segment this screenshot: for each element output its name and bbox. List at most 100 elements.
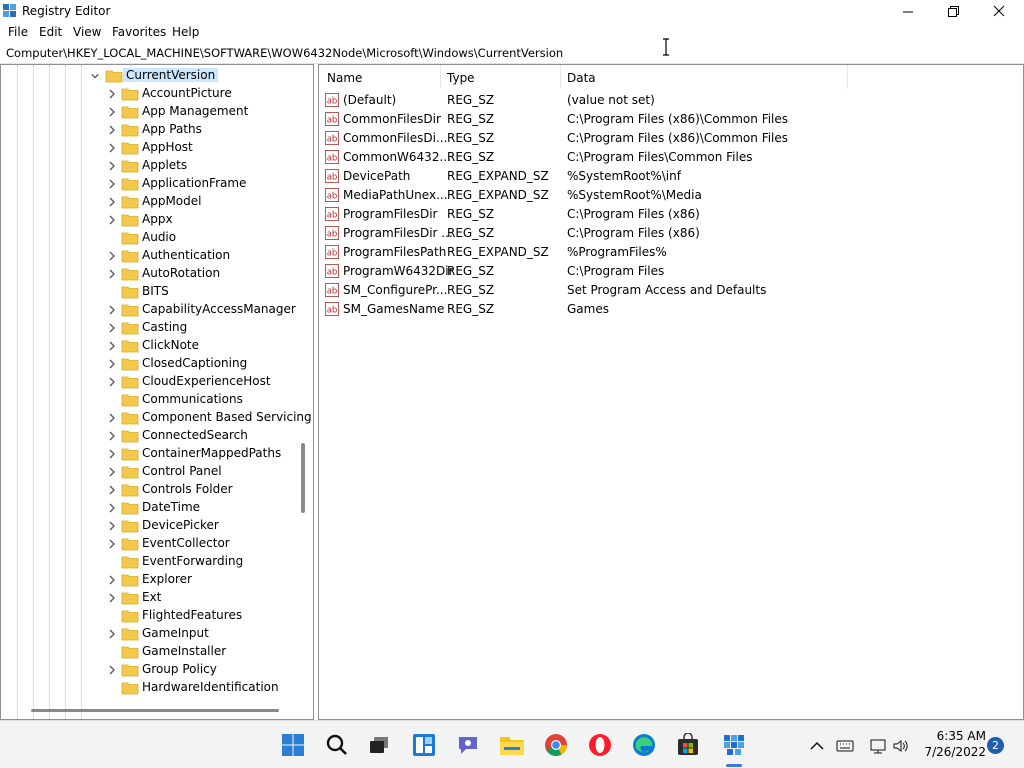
value-row[interactable]: ab CommonFilesDir REG_SZ C:\Program Files (… <box>319 110 1019 129</box>
start-button[interactable] <box>279 731 307 759</box>
widgets-button[interactable] <box>410 731 438 759</box>
store-button[interactable] <box>674 731 702 759</box>
chevron-right-icon[interactable] <box>108 161 116 171</box>
chevron-right-icon[interactable] <box>108 269 116 279</box>
menu-edit[interactable]: Edit <box>39 25 62 39</box>
value-row[interactable]: ab ProgramFilesDir REG_SZ C:\Program Files … <box>319 205 1019 224</box>
chevron-right-icon[interactable] <box>108 359 116 369</box>
chevron-right-icon[interactable] <box>108 485 116 495</box>
file-explorer-button[interactable] <box>498 731 526 759</box>
chevron-right-icon[interactable] <box>108 449 116 459</box>
value-row[interactable]: ab SM_ConfigurePr... REG_SZ Set Program Acc… <box>319 281 1019 300</box>
chevron-right-icon[interactable] <box>108 341 116 351</box>
tree-item[interactable]: Casting <box>1 319 301 337</box>
address-bar[interactable]: Computer\HKEY_LOCAL_MACHINE\SOFTWARE\WOW… <box>0 44 1024 64</box>
tree-item[interactable]: AutoRotation <box>1 265 301 283</box>
values-list-pane[interactable]: Name Type Data ab (Default) REG_SZ (value n… <box>318 64 1024 720</box>
value-row[interactable]: ab CommonW6432... REG_SZ C:\Program Files\C… <box>319 148 1019 167</box>
tree-item[interactable]: Controls Folder <box>1 481 301 499</box>
tree-item[interactable]: App Management <box>1 103 301 121</box>
tree-horizontal-scrollbar[interactable] <box>31 709 279 712</box>
tree-item[interactable]: DateTime <box>1 499 301 517</box>
tree-item[interactable]: AppModel <box>1 193 301 211</box>
tree-item[interactable]: Applets <box>1 157 301 175</box>
tree-item[interactable]: FlightedFeatures <box>1 607 301 625</box>
tree-item[interactable]: ClickNote <box>1 337 301 355</box>
value-row[interactable]: ab ProgramW6432Dir REG_SZ C:\Program Files <box>319 262 1019 281</box>
tree-item[interactable]: Explorer <box>1 571 301 589</box>
column-header-data[interactable]: Data <box>567 65 596 89</box>
tree-item[interactable]: Appx <box>1 211 301 229</box>
column-header-name[interactable]: Name <box>327 65 362 89</box>
tree-item[interactable]: ClosedCaptioning <box>1 355 301 373</box>
chevron-right-icon[interactable] <box>108 431 116 441</box>
tree-item[interactable]: Audio <box>1 229 301 247</box>
menu-view[interactable]: View <box>73 25 101 39</box>
tree-item[interactable]: BITS <box>1 283 301 301</box>
volume-icon[interactable] <box>892 737 910 755</box>
chevron-right-icon[interactable] <box>108 89 116 99</box>
system-clock[interactable]: 6:35 AM 7/26/2022 <box>918 728 986 760</box>
chevron-right-icon[interactable] <box>108 593 116 603</box>
value-row[interactable]: ab MediaPathUnex... REG_EXPAND_SZ %SystemRo… <box>319 186 1019 205</box>
chevron-right-icon[interactable] <box>108 197 116 207</box>
restore-button[interactable] <box>930 0 976 22</box>
column-header-type[interactable]: Type <box>447 65 475 89</box>
menu-file[interactable]: File <box>8 25 28 39</box>
value-row[interactable]: ab ProgramFilesDir ... REG_SZ C:\Program Fi… <box>319 224 1019 243</box>
tree-item[interactable]: ContainerMappedPaths <box>1 445 301 463</box>
tree-item[interactable]: EventCollector <box>1 535 301 553</box>
tree-item[interactable]: CapabilityAccessManager <box>1 301 301 319</box>
chevron-right-icon[interactable] <box>108 323 116 333</box>
tree-item[interactable]: Control Panel <box>1 463 301 481</box>
chevron-right-icon[interactable] <box>108 251 116 261</box>
tree-item[interactable]: ApplicationFrame <box>1 175 301 193</box>
tree-item[interactable]: Component Based Servicing <box>1 409 312 427</box>
chevron-up-icon[interactable] <box>808 737 826 755</box>
address-path[interactable]: Computer\HKEY_LOCAL_MACHINE\SOFTWARE\WOW… <box>6 46 563 60</box>
chevron-right-icon[interactable] <box>108 503 116 513</box>
chrome-button[interactable] <box>542 731 570 759</box>
chevron-right-icon[interactable] <box>108 377 116 387</box>
value-row[interactable]: ab DevicePath REG_EXPAND_SZ %SystemRoot%\in… <box>319 167 1019 186</box>
tree-item[interactable]: Ext <box>1 589 301 607</box>
tree-item[interactable]: GameInstaller <box>1 643 301 661</box>
network-icon[interactable] <box>869 737 887 755</box>
tree-item[interactable]: ConnectedSearch <box>1 427 301 445</box>
chevron-right-icon[interactable] <box>108 413 116 423</box>
tree-item[interactable]: HardwareIdentification <box>1 679 301 697</box>
value-row[interactable]: ab (Default) REG_SZ (value not set) <box>319 91 1019 110</box>
menu-favorites[interactable]: Favorites <box>112 25 166 39</box>
value-row[interactable]: ab CommonFilesDi... REG_SZ C:\Program Files… <box>319 129 1019 148</box>
tree-item-currentversion[interactable]: CurrentVersion <box>1 67 301 85</box>
value-row[interactable]: ab ProgramFilesPath REG_EXPAND_SZ %ProgramF… <box>319 243 1019 262</box>
tree-item[interactable]: DevicePicker <box>1 517 301 535</box>
tree-item[interactable]: Authentication <box>1 247 301 265</box>
chevron-right-icon[interactable] <box>108 539 116 549</box>
taskbar-search-button[interactable] <box>323 731 351 759</box>
key-tree-pane[interactable]: CurrentVersion AccountPicture App Managem… <box>0 64 314 720</box>
tree-item[interactable]: CloudExperienceHost <box>1 373 301 391</box>
tree-item[interactable]: AppHost <box>1 139 301 157</box>
tree-item[interactable]: EventForwarding <box>1 553 301 571</box>
opera-button[interactable] <box>586 731 614 759</box>
chevron-right-icon[interactable] <box>108 305 116 315</box>
chevron-right-icon[interactable] <box>108 521 116 531</box>
chat-button[interactable] <box>454 731 482 759</box>
tree-item[interactable]: Communications <box>1 391 301 409</box>
tree-vertical-scrollbar[interactable] <box>301 443 305 513</box>
chevron-right-icon[interactable] <box>108 467 116 477</box>
menu-help[interactable]: Help <box>172 25 199 39</box>
chevron-right-icon[interactable] <box>108 215 116 225</box>
chevron-right-icon[interactable] <box>108 575 116 585</box>
tree-item[interactable]: Group Policy <box>1 661 301 679</box>
column-separator[interactable] <box>847 65 848 89</box>
tree-item[interactable]: GameInput <box>1 625 301 643</box>
column-separator[interactable] <box>440 65 441 89</box>
chevron-right-icon[interactable] <box>108 125 116 135</box>
chevron-right-icon[interactable] <box>108 629 116 639</box>
keyboard-icon[interactable] <box>836 737 854 755</box>
task-view-button[interactable] <box>365 731 393 759</box>
column-separator[interactable] <box>560 65 561 89</box>
chevron-right-icon[interactable] <box>108 665 116 675</box>
